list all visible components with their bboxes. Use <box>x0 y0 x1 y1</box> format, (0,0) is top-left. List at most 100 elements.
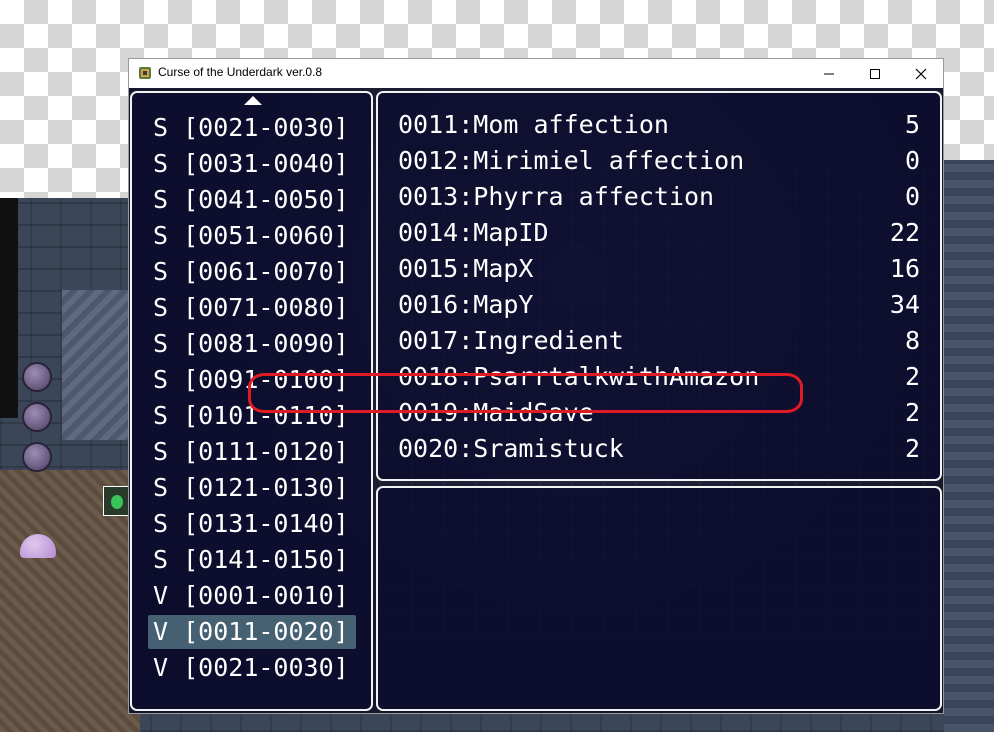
variable-id: 0011 <box>398 110 459 139</box>
minimize-button[interactable] <box>806 59 852 88</box>
scroll-up-arrow-icon[interactable] <box>244 96 262 105</box>
category-spacer <box>168 113 183 142</box>
variable-value: 8 <box>904 326 920 355</box>
variable-value: 0 <box>904 182 920 211</box>
variable-label: 0020:Sramistuck <box>398 431 624 467</box>
variable-id: 0014 <box>398 218 459 247</box>
variable-separator: : <box>458 434 474 463</box>
category-item[interactable]: V [0001-0010] <box>132 578 371 614</box>
category-type: S <box>153 473 169 502</box>
category-range: [0041-0050] <box>183 185 349 214</box>
window-title: Curse of the Underdark ver.0.8 <box>158 65 323 79</box>
category-item[interactable]: S [0121-0130] <box>132 470 371 506</box>
variable-value: 0 <box>904 146 920 175</box>
map-wall-shadow <box>0 198 18 418</box>
category-item[interactable]: V [0011-0020] <box>132 614 371 650</box>
variable-row[interactable]: 0020:Sramistuck 2 <box>378 431 940 467</box>
variable-row[interactable]: 0013:Phyrra affection 0 <box>378 179 940 215</box>
pot-icon <box>22 442 52 472</box>
category-spacer <box>168 509 183 538</box>
variable-label: 0012:Mirimiel affection <box>398 143 744 179</box>
category-spacer <box>168 653 183 682</box>
category-spacer <box>168 581 183 610</box>
variable-value: 2 <box>904 362 920 391</box>
maximize-icon <box>870 68 880 79</box>
variable-name: MapID <box>473 218 549 247</box>
category-type: S <box>153 509 169 538</box>
variable-label: 0014:MapID <box>398 215 549 251</box>
variable-label: 0017:Ingredient <box>398 323 624 359</box>
variable-name: Sramistuck <box>473 434 624 463</box>
variable-name: Phyrra affection <box>473 182 715 211</box>
category-type: S <box>153 329 169 358</box>
category-range: [0001-0010] <box>183 581 349 610</box>
category-range: [0141-0150] <box>183 545 349 574</box>
variable-name: Mirimiel affection <box>473 146 745 175</box>
variable-list: 0011:Mom affection 5 0012:Mirimiel affecti… <box>378 107 940 467</box>
minimize-icon <box>824 73 834 74</box>
category-type: S <box>153 365 169 394</box>
category-spacer <box>168 437 183 466</box>
variable-separator: : <box>458 326 474 355</box>
category-type: S <box>153 221 169 250</box>
category-range: [0061-0070] <box>183 257 349 286</box>
category-type: S <box>153 401 169 430</box>
category-item[interactable]: S [0041-0050] <box>132 182 371 218</box>
variable-separator: : <box>458 182 474 211</box>
variable-row[interactable]: 0012:Mirimiel affection 0 <box>378 143 940 179</box>
category-item[interactable]: S [0081-0090] <box>132 326 371 362</box>
category-spacer <box>168 401 183 430</box>
category-item[interactable]: S [0021-0030] <box>132 110 371 146</box>
variable-row[interactable]: 0015:MapX 16 <box>378 251 940 287</box>
category-spacer <box>168 185 183 214</box>
category-range: [0131-0140] <box>183 509 349 538</box>
category-item[interactable]: S [0111-0120] <box>132 434 371 470</box>
variable-value: 2 <box>904 398 920 427</box>
close-icon <box>915 68 927 79</box>
category-range: [0051-0060] <box>183 221 349 250</box>
category-type: V <box>153 581 169 610</box>
variable-row[interactable]: 0017:Ingredient 8 <box>378 323 940 359</box>
variable-label: 0016:MapY <box>398 287 534 323</box>
variable-id: 0016 <box>398 290 459 319</box>
variable-row[interactable]: 0011:Mom affection 5 <box>378 107 940 143</box>
variable-id: 0020 <box>398 434 459 463</box>
crystal-icon <box>103 486 129 516</box>
category-item[interactable]: S [0131-0140] <box>132 506 371 542</box>
category-type: S <box>153 113 169 142</box>
variable-label: 0015:MapX <box>398 251 534 287</box>
variable-value: 34 <box>889 290 920 319</box>
variable-id: 0015 <box>398 254 459 283</box>
app-icon <box>139 67 151 79</box>
variable-label: 0013:Phyrra affection <box>398 179 714 215</box>
variable-label: 0011:Mom affection <box>398 107 669 143</box>
variable-row[interactable]: 0016:MapY 34 <box>378 287 940 323</box>
close-button[interactable] <box>898 59 944 88</box>
variable-separator: : <box>458 254 474 283</box>
annotation-highlight-ring <box>248 373 803 413</box>
help-panel <box>376 486 942 711</box>
category-item[interactable]: V [0021-0030] <box>132 650 371 686</box>
category-spacer <box>168 329 183 358</box>
variable-row[interactable]: 0014:MapID 22 <box>378 215 940 251</box>
category-type: S <box>153 437 169 466</box>
category-spacer <box>168 617 183 646</box>
category-spacer <box>168 293 183 322</box>
category-spacer <box>168 473 183 502</box>
category-item[interactable]: S [0051-0060] <box>132 218 371 254</box>
category-item[interactable]: S [0141-0150] <box>132 542 371 578</box>
category-range: [0031-0040] <box>183 149 349 178</box>
category-item[interactable]: S [0031-0040] <box>132 146 371 182</box>
variable-value: 5 <box>904 110 920 139</box>
title-bar[interactable]: Curse of the Underdark ver.0.8 <box>129 59 943 88</box>
variable-separator: : <box>458 290 474 319</box>
map-right-wall <box>944 160 994 732</box>
category-spacer <box>168 221 183 250</box>
variable-id: 0012 <box>398 146 459 175</box>
map-stone-pillar <box>62 290 132 440</box>
category-item[interactable]: S [0061-0070] <box>132 254 371 290</box>
maximize-button[interactable] <box>852 59 898 88</box>
pot-icon <box>22 362 52 392</box>
category-item[interactable]: S [0071-0080] <box>132 290 371 326</box>
pot-icon <box>22 402 52 432</box>
